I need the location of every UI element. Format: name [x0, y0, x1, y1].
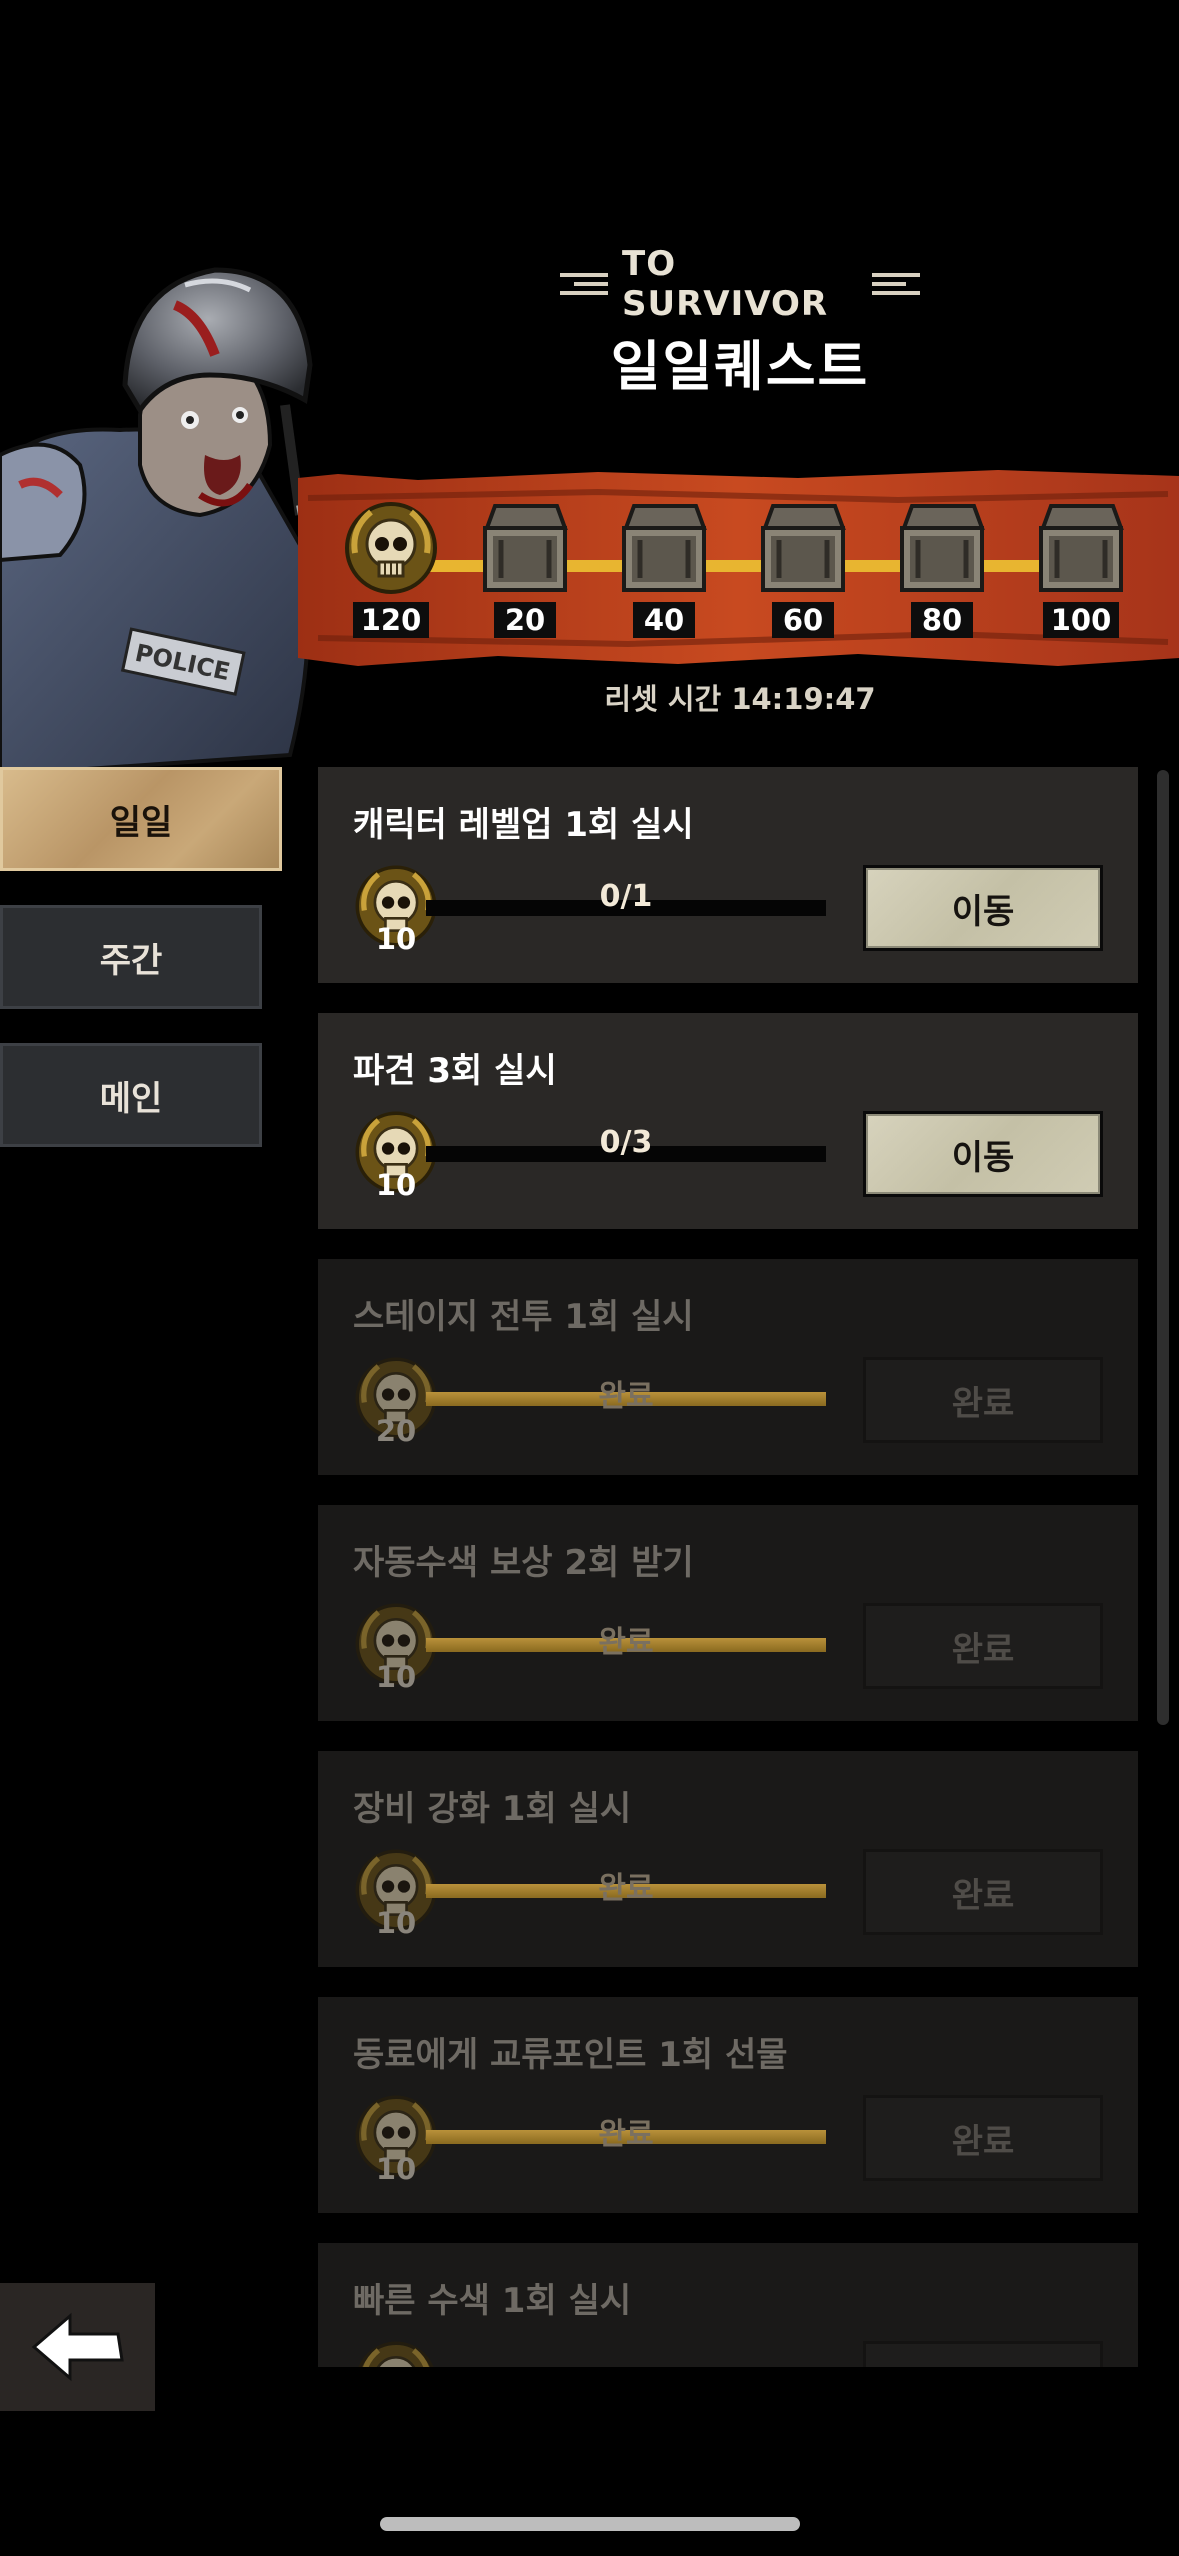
header-deco-right	[872, 273, 920, 295]
header-deco-left	[560, 273, 608, 295]
quest-points: 10	[375, 922, 417, 956]
milestone-label: 120	[352, 602, 430, 638]
quest-points: 10	[375, 1660, 417, 1694]
subtitle-text: TO SURVIVOR	[622, 244, 829, 324]
tab-main[interactable]: 메인	[0, 1043, 262, 1147]
milestone-reward[interactable]: 100	[1026, 498, 1136, 648]
quest-progress-text: 0/1	[599, 879, 653, 914]
quest-points: 10	[375, 1906, 417, 1940]
milestone-reward[interactable]: 80	[887, 498, 997, 648]
milestone-label: 40	[633, 602, 695, 638]
complete-button[interactable]: 완료	[863, 1603, 1103, 1689]
chest-icon	[761, 504, 846, 592]
quest-progress-text: 완료	[598, 2117, 654, 2152]
quest-card: 스테이지 전투 1회 실시 20 완료 완료	[318, 1259, 1138, 1475]
milestone-label: 80	[911, 602, 973, 638]
home-indicator	[380, 2517, 800, 2531]
tab-weekly[interactable]: 주간	[0, 905, 262, 1009]
go-button[interactable]: 이동	[863, 1111, 1103, 1197]
quest-points: 10	[375, 2152, 417, 2186]
page-title: 일일퀘스트	[610, 335, 870, 398]
go-button[interactable]: 이동	[863, 865, 1103, 951]
quest-progress-text: 완료	[598, 1871, 654, 1906]
quest-points: 20	[375, 1414, 417, 1448]
quest-card: 동료에게 교류포인트 1회 선물 10 완료 완료	[318, 1997, 1138, 2213]
quest-title: 자동수색 보상 2회 받기	[353, 1543, 694, 1583]
quest-list[interactable]: 캐릭터 레벨업 1회 실시 10 0/1 이동 파견 3회 실시 10 0/3 …	[318, 767, 1138, 2367]
quest-title: 동료에게 교류포인트 1회 선물	[353, 2035, 788, 2075]
quest-progress-text: 완료	[598, 1379, 654, 1414]
back-button[interactable]	[0, 2283, 155, 2411]
quest-title: 파견 3회 실시	[353, 1051, 557, 1091]
quest-progress-text: 0/3	[599, 1125, 653, 1160]
header-subtitle: TO SURVIVOR	[560, 244, 920, 324]
reward-progress-banner: 120 20 40 60 80 100	[298, 458, 1179, 676]
arrow-left-icon	[31, 2312, 124, 2382]
milestone-reward[interactable]: 120	[336, 498, 446, 648]
quest-card: 자동수색 보상 2회 받기 10 완료 완료	[318, 1505, 1138, 1721]
quest-points: 10	[375, 1168, 417, 1202]
chest-icon	[900, 504, 985, 592]
zombie-police-character-art: POLICE	[0, 267, 313, 775]
milestone-label: 60	[772, 602, 834, 638]
complete-button[interactable]: 완료	[863, 2095, 1103, 2181]
milestone-label: 20	[494, 602, 556, 638]
milestone-reward[interactable]: 40	[609, 498, 719, 648]
quest-progress-text: 완료	[598, 1625, 654, 1660]
quest-card: 캐릭터 레벨업 1회 실시 10 0/1 이동	[318, 767, 1138, 983]
skull-medal-icon	[358, 2341, 434, 2367]
skull-medal-icon	[345, 502, 437, 594]
milestone-label: 100	[1042, 602, 1120, 638]
chest-icon	[622, 504, 707, 592]
complete-button[interactable]	[863, 2341, 1103, 2367]
chest-icon	[483, 504, 568, 592]
milestone-reward[interactable]: 20	[470, 498, 580, 648]
quest-card: 파견 3회 실시 10 0/3 이동	[318, 1013, 1138, 1229]
quest-title: 캐릭터 레벨업 1회 실시	[353, 805, 694, 845]
complete-button[interactable]: 완료	[863, 1849, 1103, 1935]
quest-title: 빠른 수색 1회 실시	[353, 2281, 632, 2321]
quest-card: 빠른 수색 1회 실시	[318, 2243, 1138, 2367]
tab-daily[interactable]: 일일	[0, 767, 282, 871]
quest-title: 스테이지 전투 1회 실시	[353, 1297, 694, 1337]
milestone-reward[interactable]: 60	[748, 498, 858, 648]
quest-title: 장비 강화 1회 실시	[353, 1789, 632, 1829]
reset-timer: 리셋 시간 14:19:47	[604, 682, 876, 716]
scrollbar[interactable]	[1157, 770, 1169, 1725]
complete-button[interactable]: 완료	[863, 1357, 1103, 1443]
chest-icon	[1039, 504, 1124, 592]
quest-card: 장비 강화 1회 실시 10 완료 완료	[318, 1751, 1138, 1967]
